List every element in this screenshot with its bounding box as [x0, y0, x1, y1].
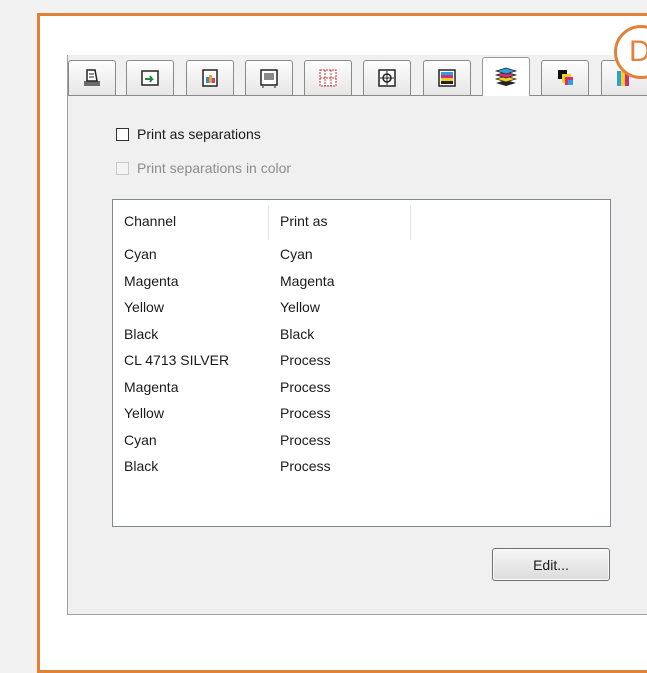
print-as-separations-checkbox[interactable]: Print as separations	[116, 124, 261, 144]
tab-strip	[68, 57, 647, 96]
channel-row[interactable]: Magenta Process	[113, 379, 610, 399]
channel-print-as: Process	[280, 378, 331, 395]
channel-print-as: Magenta	[280, 272, 335, 289]
tab-tiling[interactable]	[304, 60, 352, 95]
tab-registration[interactable]	[363, 60, 411, 95]
tab-layout[interactable]	[126, 60, 174, 95]
channel-row[interactable]: CL 4713 SILVER Process	[113, 352, 610, 372]
page-frame-icon	[260, 69, 278, 88]
tab-page-frame[interactable]	[245, 60, 293, 95]
channel-row[interactable]: Cyan Process	[113, 432, 610, 452]
channel-row[interactable]: Black Black	[113, 326, 610, 346]
color-paint-icon	[202, 69, 218, 87]
layout-icon	[141, 70, 159, 86]
channel-list[interactable]: Channel Print as Cyan Cyan Magenta Magen…	[112, 199, 611, 527]
channel-name: Yellow	[124, 299, 164, 315]
channel-print-as: Process	[280, 431, 331, 448]
checkbox-box[interactable]	[116, 127, 129, 141]
channel-name: Cyan	[124, 431, 157, 448]
channel-name: Magenta	[124, 378, 179, 395]
registration-marks-icon	[378, 69, 396, 87]
tab-printer-setup[interactable]	[68, 60, 116, 95]
channel-row[interactable]: Yellow Process	[113, 405, 610, 425]
printer-setup-icon	[84, 69, 100, 86]
channel-print-as: Process	[280, 405, 331, 421]
column-header-print-as[interactable]: Print as	[280, 213, 327, 229]
channel-print-as: Process	[280, 458, 331, 474]
channel-list-header: Channel Print as	[113, 200, 610, 240]
channel-row[interactable]: Magenta Magenta	[113, 273, 610, 293]
channel-name: Black	[124, 325, 159, 342]
tab-overprint[interactable]	[541, 60, 589, 95]
tab-separations[interactable]	[482, 57, 530, 96]
channel-name: CL 4713 SILVER	[124, 352, 230, 368]
channel-name: Yellow	[124, 405, 164, 421]
separations-layers-icon	[494, 67, 518, 86]
channel-print-as: Black	[280, 325, 315, 342]
cmyk-overlap-icon	[558, 70, 573, 85]
channel-print-as: Cyan	[280, 246, 313, 262]
print-as-separations-label: Print as separations	[137, 126, 261, 142]
tile-grid-icon	[319, 69, 337, 87]
color-bars-icon	[438, 69, 456, 87]
tab-strip-baseline	[68, 95, 647, 96]
channel-name: Black	[124, 458, 159, 474]
checkbox-box	[116, 161, 129, 175]
column-divider[interactable]	[410, 206, 411, 240]
tab-color[interactable]	[186, 60, 234, 95]
print-separations-in-color-label: Print separations in color	[137, 160, 292, 176]
channel-row[interactable]: Black Process	[113, 458, 610, 478]
column-header-channel[interactable]: Channel	[124, 213, 176, 229]
print-separations-in-color-checkbox: Print separations in color	[116, 158, 291, 178]
channel-name: Cyan	[124, 246, 157, 262]
tab-color-bars[interactable]	[423, 60, 471, 95]
channel-row[interactable]: Yellow Yellow	[113, 299, 610, 319]
channel-print-as: Process	[280, 352, 331, 368]
column-divider[interactable]	[268, 206, 269, 240]
channel-row[interactable]: Cyan Cyan	[113, 246, 610, 266]
channel-print-as: Yellow	[280, 299, 320, 315]
edit-button[interactable]: Edit...	[492, 548, 610, 581]
channel-name: Magenta	[124, 272, 179, 289]
